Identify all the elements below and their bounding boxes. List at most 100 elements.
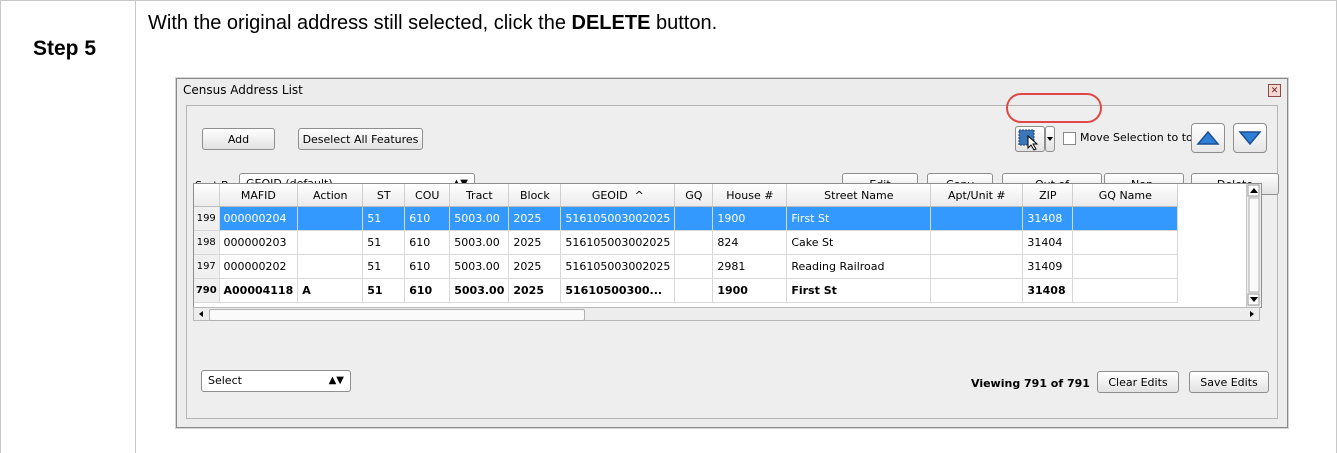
table-cell[interactable]: 516105003002025 xyxy=(560,206,676,231)
table-cell[interactable]: 2025 xyxy=(508,254,562,279)
row-number[interactable]: 790 xyxy=(194,278,220,303)
table-cell[interactable] xyxy=(930,230,1024,255)
table-cell[interactable]: 51 xyxy=(362,254,406,279)
table-cell[interactable]: 51 xyxy=(362,206,406,231)
table-cell[interactable] xyxy=(930,254,1024,279)
column-header[interactable]: Block xyxy=(508,184,562,207)
column-header[interactable]: COU xyxy=(404,184,451,207)
table-cell[interactable]: 1900 xyxy=(712,278,788,303)
table-cell[interactable]: A xyxy=(297,278,364,303)
table-cell[interactable] xyxy=(297,230,364,255)
table-cell[interactable] xyxy=(674,230,714,255)
add-button[interactable]: Add xyxy=(202,128,275,150)
table-cell[interactable] xyxy=(674,206,714,231)
table-cell[interactable]: 516105003002025 xyxy=(560,254,676,279)
clear-edits-button[interactable]: Clear Edits xyxy=(1097,371,1179,393)
table-cell[interactable] xyxy=(674,254,714,279)
column-header[interactable]: GQ xyxy=(674,184,714,207)
column-header[interactable]: Action xyxy=(297,184,364,207)
instruction-suffix: button. xyxy=(650,12,718,34)
table-cell[interactable]: 2025 xyxy=(508,230,562,255)
table-cell[interactable]: 5003.00 xyxy=(449,278,510,303)
move-selection-checkbox[interactable] xyxy=(1063,132,1076,145)
table-row[interactable]: 790 A00004118 A 51 610 5003.00 2025 51610500300… xyxy=(194,278,1179,303)
dropdown-arrow-icon[interactable] xyxy=(1045,126,1055,152)
horizontal-scroll-thumb[interactable] xyxy=(209,309,585,321)
move-up-button[interactable] xyxy=(1191,123,1225,153)
sort-ascending-icon: ^ xyxy=(634,188,644,202)
close-icon[interactable]: ✕ xyxy=(1268,84,1281,97)
table-top-border xyxy=(0,0,1337,1)
instruction-text: With the original address still selected… xyxy=(148,12,717,35)
table-column-divider xyxy=(135,0,136,453)
table-cell[interactable]: First St xyxy=(786,278,932,303)
vertical-scrollbar[interactable] xyxy=(1246,184,1261,307)
selection-tool-button[interactable] xyxy=(1015,126,1045,152)
delete-highlight-ring xyxy=(1006,93,1102,123)
table-cell[interactable]: 824 xyxy=(712,230,788,255)
table-cell[interactable]: 31404 xyxy=(1022,230,1074,255)
table-row[interactable]: 198 000000203 51 610 5003.00 2025 516105003002… xyxy=(194,230,1179,255)
table-cell[interactable]: 5003.00 xyxy=(449,206,510,231)
column-header[interactable]: Tract xyxy=(449,184,510,207)
column-header[interactable]: Street Name xyxy=(786,184,932,207)
column-header[interactable]: ZIP xyxy=(1022,184,1074,207)
table-cell[interactable]: 51 xyxy=(362,230,406,255)
geoid-column-header[interactable]: GEOID ^ xyxy=(560,184,676,207)
table-cell[interactable]: 000000202 xyxy=(219,254,299,279)
table-cell[interactable]: 31409 xyxy=(1022,254,1074,279)
row-number[interactable]: 197 xyxy=(194,254,220,279)
move-down-icon xyxy=(1238,131,1262,146)
horizontal-scrollbar[interactable] xyxy=(193,307,1260,321)
table-cell[interactable]: Cake St xyxy=(786,230,932,255)
table-cell[interactable] xyxy=(297,206,364,231)
select-value: Select xyxy=(208,374,242,387)
column-header[interactable]: ST xyxy=(362,184,406,207)
table-row[interactable]: 199 000000204 51 610 5003.00 2025 516105003002… xyxy=(194,206,1179,231)
column-header[interactable]: GQ Name xyxy=(1072,184,1179,207)
table-cell[interactable]: 610 xyxy=(404,206,451,231)
deselect-all-features-button[interactable]: Deselect All Features xyxy=(298,128,423,150)
table-cell[interactable]: 5003.00 xyxy=(449,254,510,279)
table-cell[interactable]: 610 xyxy=(404,278,451,303)
table-cell[interactable]: 610 xyxy=(404,254,451,279)
table-cell[interactable]: A00004118 xyxy=(219,278,299,303)
viewing-count: Viewing 791 of 791 xyxy=(971,377,1090,390)
table-cell[interactable] xyxy=(1072,206,1179,231)
row-number[interactable]: 198 xyxy=(194,230,220,255)
table-cell[interactable]: 2025 xyxy=(508,206,562,231)
dialog-title: Census Address List xyxy=(183,83,303,97)
table-cell[interactable] xyxy=(930,278,1024,303)
table-cell[interactable]: 31408 xyxy=(1022,278,1074,303)
table-cell[interactable]: 51 xyxy=(362,278,406,303)
table-row[interactable]: 197 000000202 51 610 5003.00 2025 516105003002… xyxy=(194,254,1179,279)
table-cell[interactable]: 000000203 xyxy=(219,230,299,255)
table-cell[interactable]: First St xyxy=(786,206,932,231)
table-cell[interactable] xyxy=(297,254,364,279)
table-cell[interactable]: 2981 xyxy=(712,254,788,279)
row-number[interactable]: 199 xyxy=(194,206,220,231)
table-cell[interactable]: 1900 xyxy=(712,206,788,231)
table-cell[interactable] xyxy=(1072,278,1179,303)
table-cell[interactable]: 2025 xyxy=(508,278,562,303)
table-cell[interactable] xyxy=(1072,254,1179,279)
table-cell[interactable]: 31408 xyxy=(1022,206,1074,231)
table-cell[interactable]: 5003.00 xyxy=(449,230,510,255)
table-cell[interactable]: 610 xyxy=(404,230,451,255)
table-cell[interactable]: 516105003002025 xyxy=(560,230,676,255)
table-cell[interactable]: 51610500300... xyxy=(560,278,676,303)
save-edits-button[interactable]: Save Edits xyxy=(1189,371,1269,393)
table-cell[interactable]: 000000204 xyxy=(219,206,299,231)
column-header[interactable]: House # xyxy=(712,184,788,207)
select-dropdown[interactable]: Select ▲▼ xyxy=(201,370,351,392)
census-address-list-dialog: Census Address List ✕ Add Deselect All F… xyxy=(176,78,1288,428)
table-cell[interactable] xyxy=(674,278,714,303)
move-down-button[interactable] xyxy=(1233,123,1267,153)
table-cell[interactable] xyxy=(930,206,1024,231)
column-header[interactable]: MAFID xyxy=(219,184,299,207)
column-header[interactable]: Apt/Unit # xyxy=(930,184,1024,207)
instruction-emphasis: DELETE xyxy=(571,12,651,34)
table-cell[interactable] xyxy=(1072,230,1179,255)
table-cell[interactable]: Reading Railroad xyxy=(786,254,932,279)
address-table: MAFID Action ST COU Tract Block GEOID ^ … xyxy=(194,184,1179,303)
